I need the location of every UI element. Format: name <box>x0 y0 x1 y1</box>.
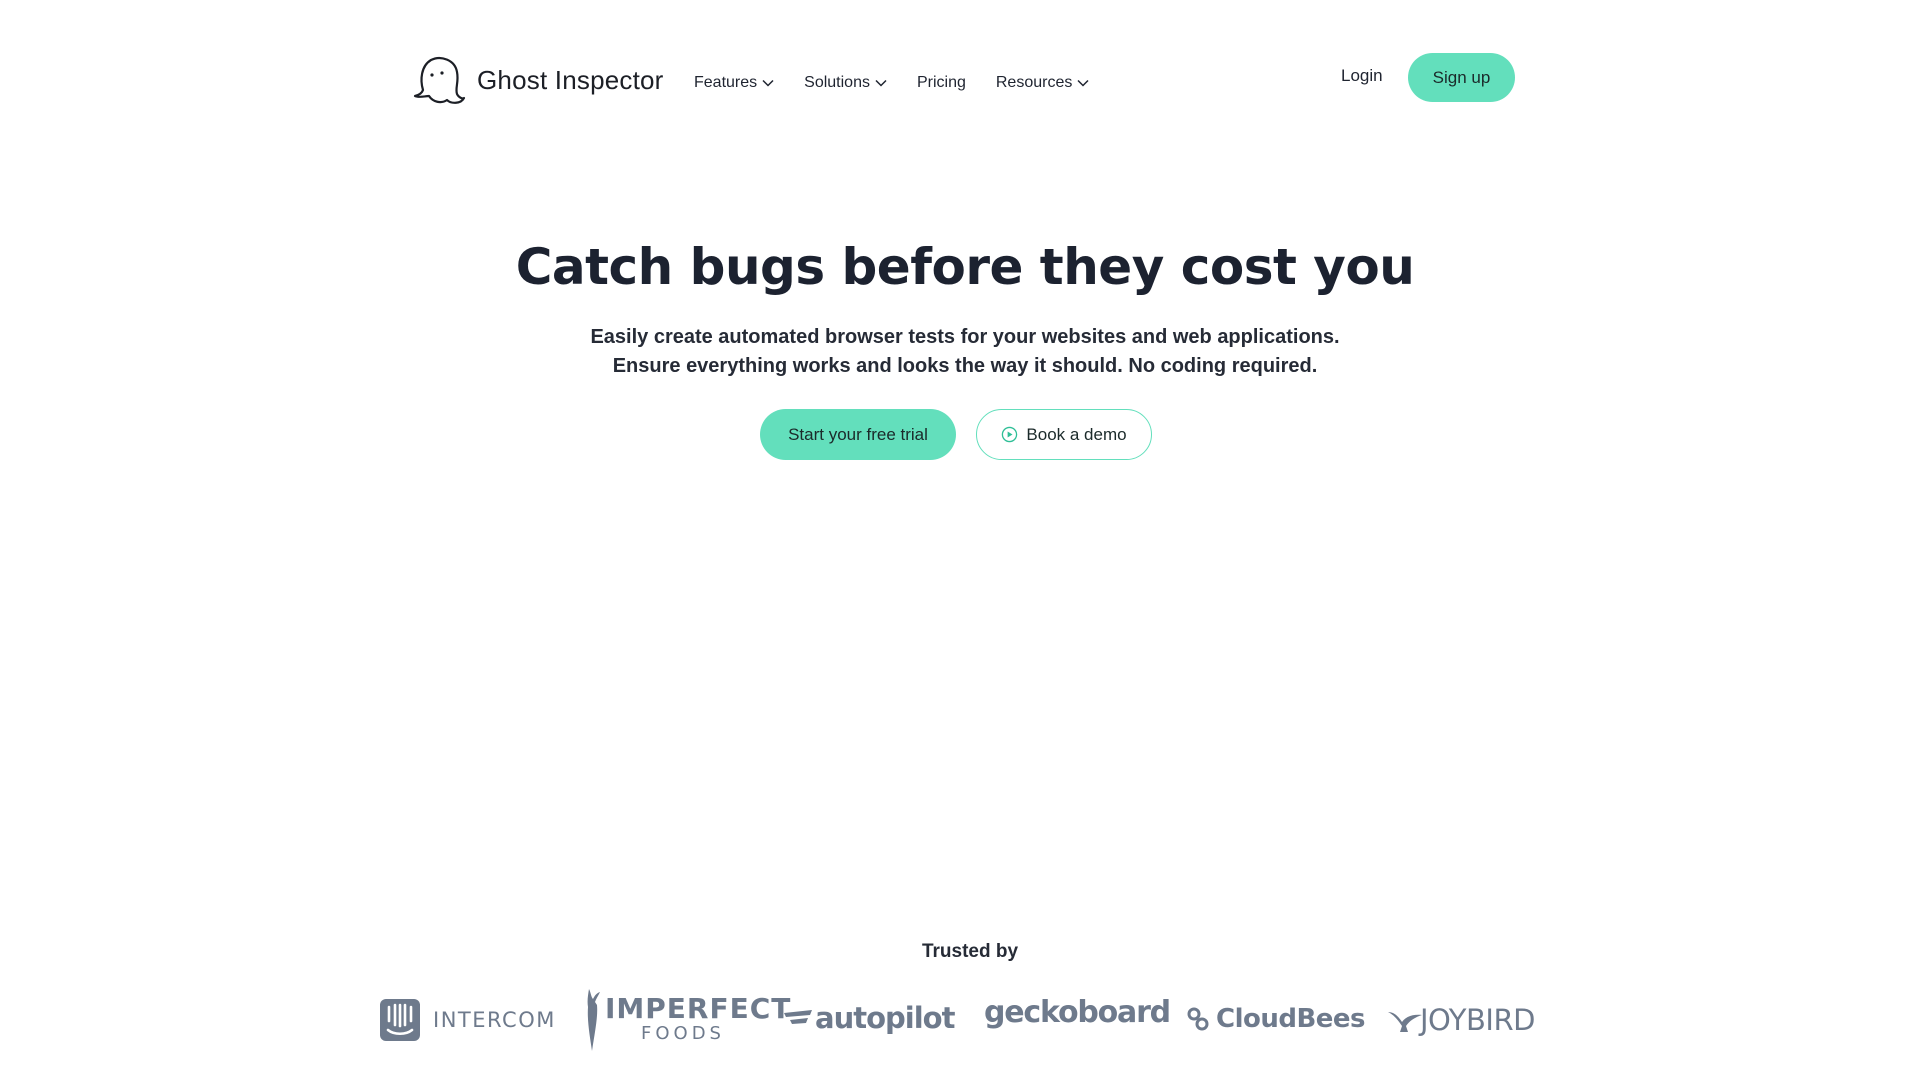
nav-item-pricing[interactable]: Pricing <box>917 74 966 92</box>
login-link[interactable]: Login <box>1341 66 1383 86</box>
play-circle-icon <box>1001 426 1018 443</box>
nav-item-label: Solutions <box>804 74 870 91</box>
hero-subtitle-line-2: Ensure everything works and looks the wa… <box>612 355 1318 377</box>
nav-item-label: Resources <box>995 74 1073 91</box>
customer-logos: INTERCOM IMPERFECT FOODS autopilot gecko… <box>378 985 1558 1065</box>
brand-subname: FOODS <box>641 1023 725 1044</box>
cloudbees-icon <box>1187 1007 1209 1031</box>
imperfect-foods-logo: IMPERFECT FOODS <box>583 987 791 1053</box>
geckoboard-logo: geckoboard <box>984 995 1171 1030</box>
ghost-inspector-logo[interactable]: Ghost Inspector <box>411 52 664 108</box>
joybird-logo: JOYBIRD <box>1388 1003 1535 1037</box>
imperfect-carrot-icon <box>587 989 600 1051</box>
trusted-by-heading: Trusted by <box>921 941 1019 962</box>
hero-subtitle: Easily create automated browser tests fo… <box>0 323 1920 381</box>
hero-subtitle-line-1: Easily create automated browser tests fo… <box>590 326 1340 348</box>
nav-item-resources[interactable]: Resources <box>996 74 1089 92</box>
book-demo-button[interactable]: Book a demo <box>976 409 1152 460</box>
chevron-down-icon <box>875 79 887 87</box>
book-demo-label: Book a demo <box>1026 424 1127 444</box>
logo-text: Ghost Inspector <box>477 64 664 95</box>
brand-name: CloudBees <box>1216 1004 1366 1034</box>
hero-title: Catch bugs before they cost you <box>515 238 1415 296</box>
chevron-down-icon <box>1077 79 1089 87</box>
nav-item-label: Features <box>694 74 758 91</box>
nav-item-solutions[interactable]: Solutions <box>804 74 887 92</box>
intercom-icon <box>380 999 420 1041</box>
start-free-trial-button[interactable]: Start your free trial <box>760 409 956 460</box>
signup-button[interactable]: Sign up <box>1408 53 1515 102</box>
cloudbees-logo: CloudBees <box>1186 1004 1366 1034</box>
joybird-icon <box>1388 1012 1422 1032</box>
nav-item-features[interactable]: Features <box>694 74 774 92</box>
ghost-icon <box>411 50 467 111</box>
brand-name: IMPERFECT <box>605 992 792 1025</box>
hero-cta-row: Start your free trial Book a demo <box>760 409 1152 460</box>
nav-item-label: Pricing <box>916 74 966 91</box>
brand-name: INTERCOM <box>433 1008 556 1032</box>
intercom-logo: INTERCOM <box>380 999 556 1041</box>
main-nav: Features Solutions Pricing Resources <box>694 70 1119 96</box>
brand-name: geckoboard <box>984 995 1171 1030</box>
autopilot-logo: autopilot <box>784 1001 955 1035</box>
brand-name: autopilot <box>815 1001 955 1035</box>
brand-name: JOYBIRD <box>1420 1003 1535 1037</box>
chevron-down-icon <box>762 79 774 87</box>
autopilot-icon <box>784 1010 812 1024</box>
site-header: Ghost Inspector Features Solutions Prici… <box>0 0 1920 160</box>
